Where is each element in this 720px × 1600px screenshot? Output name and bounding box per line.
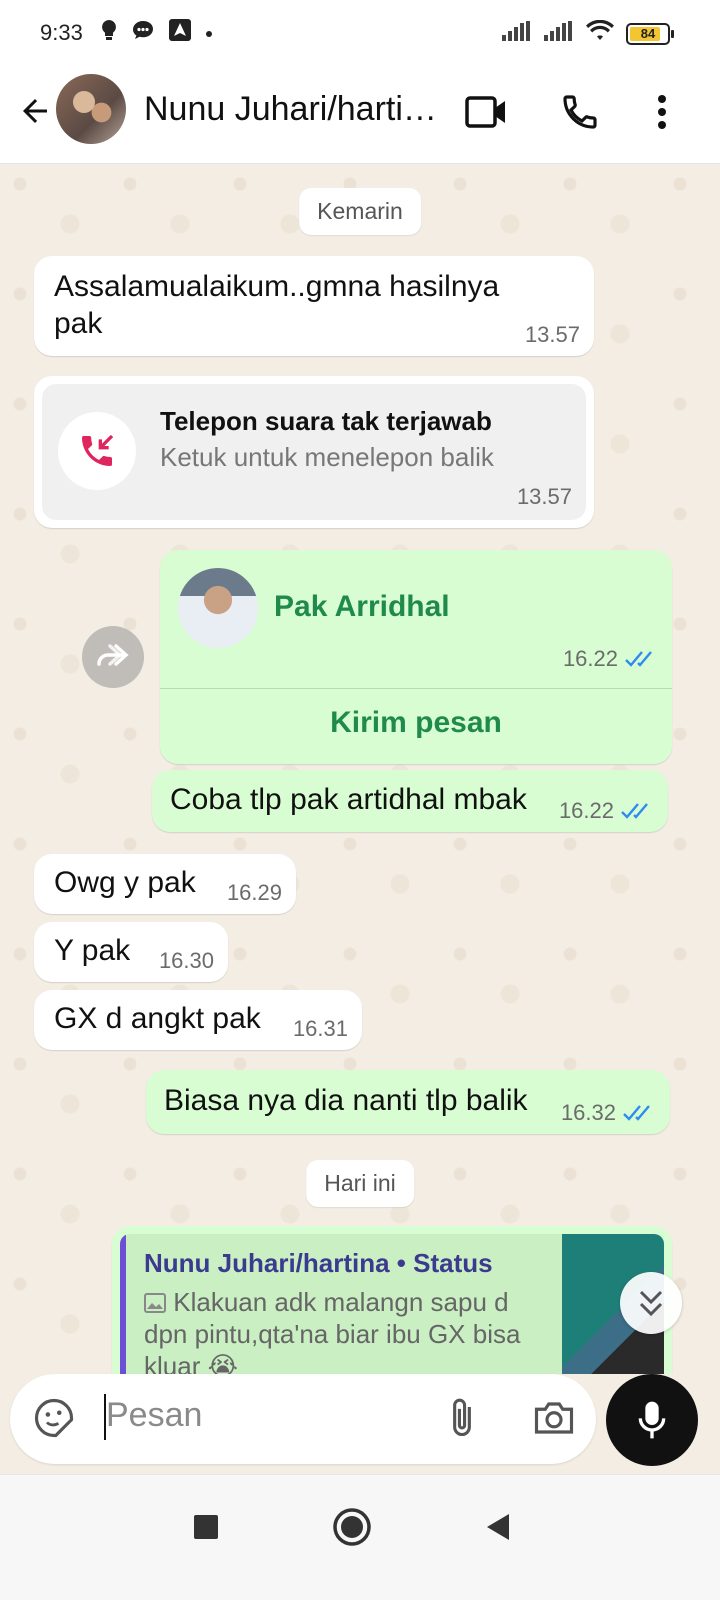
message-text: Biasa nya dia nanti tlp balik xyxy=(164,1084,528,1117)
message-text: GX d angkt pak xyxy=(54,1002,261,1035)
system-navigation-bar xyxy=(0,1474,720,1600)
read-receipt-icon xyxy=(621,803,648,819)
status-time: 9:33 xyxy=(40,20,83,45)
incoming-message[interactable]: Assalamualaikum..gmna hasilnya pak 13.57 xyxy=(34,256,594,356)
back-arrow-icon xyxy=(23,99,47,123)
message-time: 16.32 xyxy=(561,1100,656,1126)
status-notification-icons xyxy=(100,18,212,47)
triangle-back-icon xyxy=(487,1514,509,1540)
incoming-message[interactable]: Owg y pak 16.29 xyxy=(34,854,296,914)
home-button[interactable] xyxy=(328,1503,376,1551)
status-reply-message[interactable]: Nunu Juhari/hartina • Status Klakuan adk… xyxy=(112,1226,672,1374)
missed-call-card[interactable]: Telepon suara tak terjawab Ketuk untuk m… xyxy=(42,384,586,520)
call-title: Telepon suara tak terjawab xyxy=(160,406,492,436)
chat-area[interactable]: Kemarin Assalamualaikum..gmna hasilnya p… xyxy=(0,164,720,1374)
back-button[interactable] xyxy=(12,88,58,134)
home-circle-icon xyxy=(333,1508,371,1546)
video-call-button[interactable] xyxy=(462,88,510,136)
microphone-icon xyxy=(638,1401,666,1439)
contact-avatar[interactable] xyxy=(56,74,126,144)
divider xyxy=(160,688,672,689)
message-text: Coba tlp pak artidhal mbak xyxy=(170,783,527,816)
voice-call-button[interactable] xyxy=(556,88,604,136)
voice-call-icon xyxy=(563,95,597,129)
back-nav-button[interactable] xyxy=(474,1503,522,1551)
image-icon xyxy=(144,1293,166,1313)
missed-call-message[interactable]: Telepon suara tak terjawab Ketuk untuk m… xyxy=(34,376,594,528)
message-text: Assalamualaikum..gmna hasilnya pak xyxy=(54,270,500,340)
battery-icon: 84 xyxy=(626,22,674,45)
incoming-message[interactable]: Y pak 16.30 xyxy=(34,922,228,982)
navigation-app-icon xyxy=(168,18,192,47)
camera-button[interactable] xyxy=(530,1394,578,1442)
read-receipt-icon xyxy=(625,651,652,667)
message-time: 16.22 xyxy=(559,798,654,824)
call-subtitle: Ketuk untuk menelepon balik xyxy=(160,442,494,472)
quote-author: Nunu Juhari/hartina • Status xyxy=(144,1248,493,1278)
shared-contact-name[interactable]: Pak Arridhal xyxy=(274,590,450,624)
chat-notification-icon xyxy=(132,20,154,45)
message-text: Owg y pak xyxy=(54,866,196,899)
date-separator-yesterday: Kemarin xyxy=(299,188,421,235)
message-input-box[interactable]: Pesan xyxy=(10,1374,596,1464)
incoming-message[interactable]: GX d angkt pak 16.31 xyxy=(34,990,362,1050)
missed-call-icon xyxy=(82,434,114,466)
chat-header: Nunu Juhari/hartina Sidan xyxy=(0,68,720,164)
sticker-icon xyxy=(34,1398,74,1438)
contact-name[interactable]: Nunu Juhari/hartina Sidan xyxy=(144,90,444,129)
message-time: 13.57 xyxy=(516,484,572,509)
quote-text: Klakuan adk malangn sapu d dpn pintu,qta… xyxy=(144,1287,521,1374)
bulb-icon xyxy=(100,19,118,46)
message-time: 13.57 xyxy=(524,322,580,347)
message-time: 16.30 xyxy=(158,948,214,973)
more-options-button[interactable] xyxy=(638,88,686,136)
send-message-button[interactable]: Kirim pesan xyxy=(160,706,672,740)
quote-accent-bar xyxy=(120,1234,126,1374)
message-time: 16.31 xyxy=(292,1016,348,1041)
voice-message-button[interactable] xyxy=(606,1374,698,1466)
outgoing-message[interactable]: Coba tlp pak artidhal mbak 16.22 xyxy=(152,770,668,832)
signal-icon-2 xyxy=(544,21,574,46)
missed-call-icon-circle xyxy=(58,412,136,490)
forward-icon xyxy=(97,644,129,666)
shared-contact-message[interactable]: Pak Arridhal 16.22 Kirim pesan xyxy=(160,550,672,764)
signal-icon xyxy=(502,21,532,46)
forward-button[interactable] xyxy=(82,626,144,688)
composer-bar: Pesan xyxy=(0,1374,720,1474)
outgoing-message[interactable]: Biasa nya dia nanti tlp balik 16.32 xyxy=(146,1070,670,1134)
sticker-button[interactable] xyxy=(30,1394,78,1442)
attach-button[interactable] xyxy=(438,1394,486,1442)
more-notifications-dot-icon xyxy=(206,24,212,42)
message-text: Y pak xyxy=(54,934,131,967)
status-bar: 9:33 84 xyxy=(0,0,720,68)
message-input[interactable]: Pesan xyxy=(106,1396,202,1435)
quoted-status[interactable]: Nunu Juhari/hartina • Status Klakuan adk… xyxy=(120,1234,664,1374)
paperclip-icon xyxy=(453,1398,471,1436)
read-receipt-icon xyxy=(623,1105,650,1121)
wifi-icon xyxy=(586,19,614,47)
camera-icon xyxy=(534,1402,574,1434)
double-chevron-down-icon xyxy=(639,1290,663,1317)
message-time: 16.29 xyxy=(226,880,282,905)
battery-level: 84 xyxy=(640,26,656,41)
scroll-to-bottom-button[interactable] xyxy=(620,1272,682,1334)
video-call-icon xyxy=(465,96,505,128)
shared-contact-photo xyxy=(178,568,258,648)
recents-button[interactable] xyxy=(182,1503,230,1551)
more-options-icon xyxy=(658,95,666,129)
status-system-icons: 84 xyxy=(502,19,674,47)
square-icon xyxy=(194,1515,218,1539)
date-separator-today: Hari ini xyxy=(306,1160,414,1207)
message-time: 16.22 xyxy=(563,646,658,672)
